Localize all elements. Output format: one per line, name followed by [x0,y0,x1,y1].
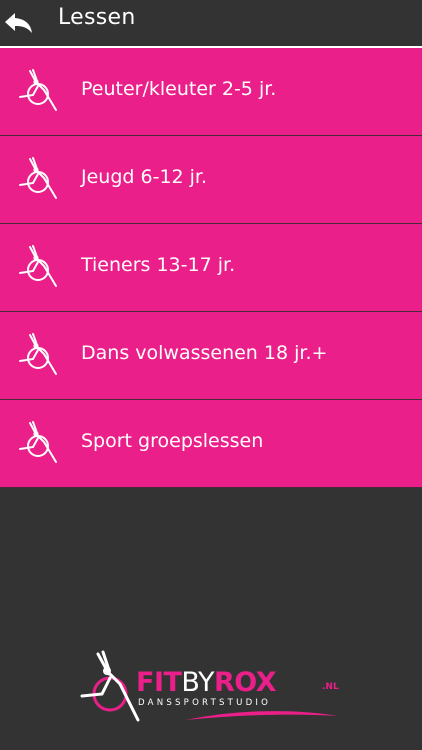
dancer-icon [19,245,57,287]
dancer-icon [19,421,57,463]
dancer-icon [19,333,57,375]
lesson-label: Peuter/kleuter 2-5 jr. [81,78,277,100]
dancer-icon [19,157,57,199]
brand-fit: FIT [136,667,182,698]
list-item[interactable]: Peuter/kleuter 2-5 jr. [0,48,422,136]
dancer-icon [19,69,57,111]
lesson-list: Peuter/kleuter 2-5 jr. Jeugd 6-12 jr. Ti… [0,48,422,488]
lesson-label: Tieners 13-17 jr. [81,254,236,276]
brand-domain: .NL [322,682,339,692]
list-item[interactable]: Jeugd 6-12 jr. [0,136,422,224]
back-arrow-icon[interactable] [2,7,36,37]
brand-swoosh [186,711,338,720]
list-item[interactable]: Tieners 13-17 jr. [0,224,422,312]
list-item[interactable]: Sport groepslessen [0,400,422,488]
lesson-label: Dans volwassenen 18 jr.+ [81,342,328,364]
brand-logo: FITBYROX .NL DANSSPORTSTUDIO [76,650,348,730]
page-title: Lessen [58,5,136,30]
brand-by: BY [181,667,214,698]
top-bar: Lessen [0,0,422,46]
brand-wordmark: FITBYROX [136,667,277,698]
lesson-label: Jeugd 6-12 jr. [81,166,208,188]
lesson-label: Sport groepslessen [81,430,264,452]
brand-rox: ROX [213,667,277,698]
list-item[interactable]: Dans volwassenen 18 jr.+ [0,312,422,400]
